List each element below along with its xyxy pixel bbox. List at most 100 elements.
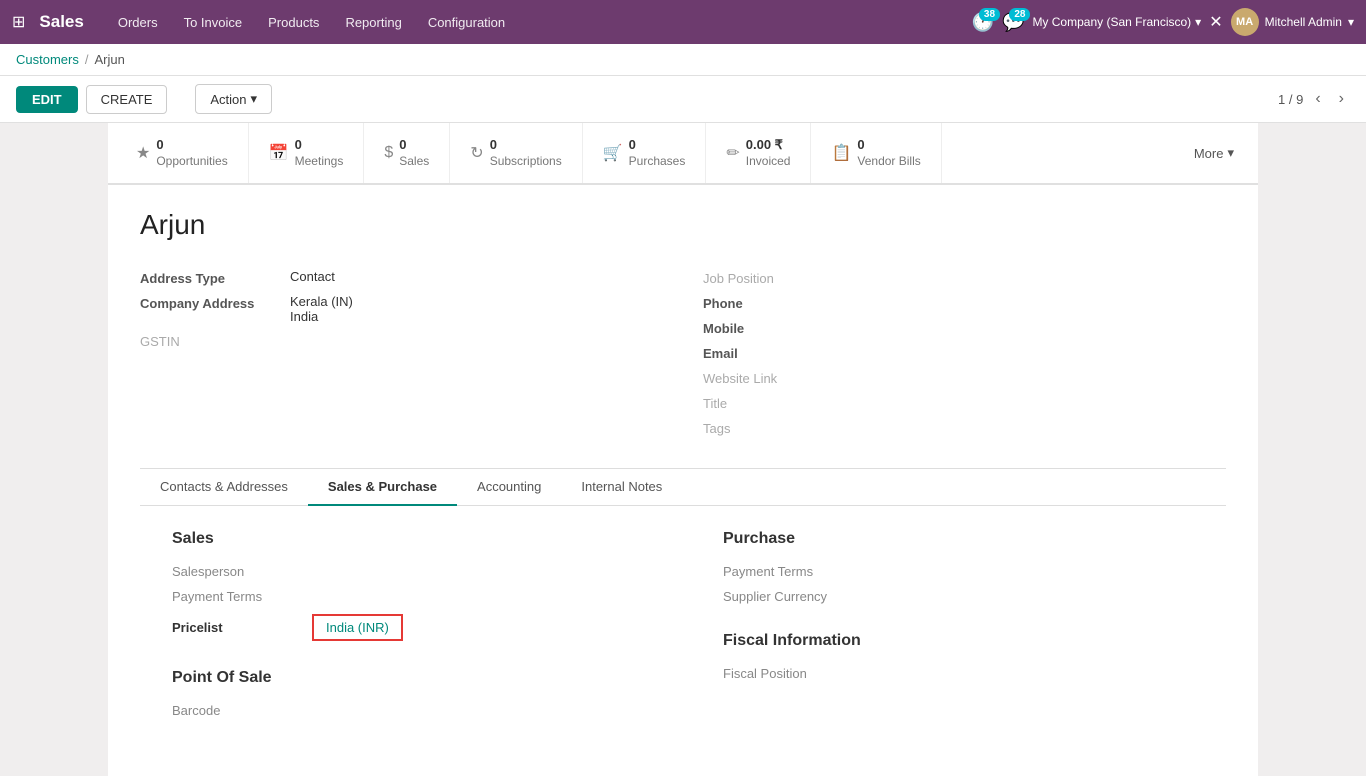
customer-name: Arjun (140, 209, 1226, 241)
sales-payment-terms-label: Payment Terms (172, 589, 312, 604)
pricelist-label: Pricelist (172, 620, 312, 635)
prev-page-button[interactable]: ‹ (1309, 88, 1326, 110)
pos-section-title: Point Of Sale (172, 669, 643, 687)
company-address-state: Kerala (IN) (290, 294, 353, 309)
point-of-sale-section: Point Of Sale Barcode (172, 669, 643, 718)
company-name: My Company (San Francisco) (1032, 15, 1191, 29)
close-button[interactable]: ✕ (1209, 12, 1222, 32)
company-address-row: Company Address Kerala (IN) India (140, 294, 663, 324)
fiscal-section-title: Fiscal Information (723, 632, 1194, 650)
app-title: Sales (39, 12, 83, 32)
grid-icon[interactable]: ⊞ (12, 12, 25, 32)
breadcrumb-separator: / (85, 52, 89, 67)
stat-sales[interactable]: $ 0 Sales (364, 123, 450, 183)
activity-badge: 38 (979, 8, 1000, 21)
website-row: Website Link (703, 369, 1226, 386)
phone-label: Phone (703, 294, 853, 311)
nav-products[interactable]: Products (256, 7, 331, 38)
sales-label: Sales (399, 154, 429, 170)
next-page-button[interactable]: › (1333, 88, 1350, 110)
refresh-icon: ↻ (470, 143, 483, 163)
pricelist-value[interactable]: India (INR) (312, 614, 403, 641)
toolbar: EDIT CREATE Action ▾ 1 / 9 ‹ › (0, 76, 1366, 123)
phone-row: Phone (703, 294, 1226, 311)
job-position-row: Job Position (703, 269, 1226, 286)
chevron-down-icon: ▾ (1195, 15, 1201, 29)
nav-to-invoice[interactable]: To Invoice (172, 7, 255, 38)
invoice-icon: ✏ (726, 143, 739, 163)
subscriptions-count: 0 (490, 137, 562, 154)
email-label: Email (703, 344, 853, 361)
tab-sales-purchase[interactable]: Sales & Purchase (308, 469, 457, 506)
gstin-row: GSTIN (140, 332, 663, 349)
supplier-currency-label: Supplier Currency (723, 589, 863, 604)
user-name: Mitchell Admin (1265, 15, 1342, 29)
action-label: Action (210, 92, 246, 107)
address-type-row: Address Type Contact (140, 269, 663, 286)
tab-internal-notes[interactable]: Internal Notes (561, 469, 682, 506)
tab-contacts[interactable]: Contacts & Addresses (140, 469, 308, 506)
invoiced-count: 0.00 ₹ (746, 137, 791, 154)
sales-section-title: Sales (172, 530, 643, 548)
avatar: MA (1231, 8, 1259, 36)
tags-label: Tags (703, 419, 853, 436)
nav-items: Orders To Invoice Products Reporting Con… (106, 7, 968, 38)
purchase-column: Purchase Payment Terms Supplier Currency… (723, 530, 1194, 728)
purchases-label: Purchases (629, 154, 686, 170)
form-left: Address Type Contact Company Address Ker… (140, 269, 663, 444)
salesperson-label: Salesperson (172, 564, 312, 579)
tags-row: Tags (703, 419, 1226, 436)
breadcrumb-current: Arjun (94, 52, 124, 67)
meetings-label: Meetings (295, 154, 344, 170)
messages-button[interactable]: 💬 28 (1002, 12, 1024, 33)
title-row: Title (703, 394, 1226, 411)
fiscal-info-section: Fiscal Information Fiscal Position (723, 632, 1194, 681)
user-menu[interactable]: MA Mitchell Admin ▾ (1231, 8, 1354, 36)
opportunities-label: Opportunities (156, 154, 227, 170)
stats-bar: ★ 0 Opportunities 📅 0 Meetings $ 0 Sales… (108, 123, 1258, 185)
sales-column: Sales Salesperson Payment Terms Pricelis… (172, 530, 643, 728)
stat-meetings[interactable]: 📅 0 Meetings (249, 123, 365, 183)
tab-content-sales-purchase: Sales Salesperson Payment Terms Pricelis… (140, 506, 1226, 752)
pricelist-row: Pricelist India (INR) (172, 614, 643, 641)
breadcrumb-parent[interactable]: Customers (16, 52, 79, 67)
stat-purchases[interactable]: 🛒 0 Purchases (583, 123, 707, 183)
messages-badge: 28 (1009, 8, 1030, 21)
fiscal-position-label: Fiscal Position (723, 666, 863, 681)
mobile-label: Mobile (703, 319, 853, 336)
company-address-label: Company Address (140, 294, 290, 311)
purchase-payment-terms-row: Payment Terms (723, 564, 1194, 579)
purchases-count: 0 (629, 137, 686, 154)
sales-payment-terms-row: Payment Terms (172, 589, 643, 604)
tab-accounting[interactable]: Accounting (457, 469, 561, 506)
company-address-country: India (290, 309, 353, 324)
stat-invoiced[interactable]: ✏ 0.00 ₹ Invoiced (706, 123, 811, 183)
breadcrumb: Customers / Arjun (0, 44, 1366, 76)
stat-opportunities[interactable]: ★ 0 Opportunities (116, 123, 249, 183)
pagination: 1 / 9 ‹ › (1278, 88, 1350, 110)
stat-subscriptions[interactable]: ↻ 0 Subscriptions (450, 123, 582, 183)
create-button[interactable]: CREATE (86, 85, 168, 114)
title-label: Title (703, 394, 853, 411)
nav-reporting[interactable]: Reporting (333, 7, 413, 38)
purchase-section-title: Purchase (723, 530, 1194, 548)
stat-vendor-bills[interactable]: 📋 0 Vendor Bills (811, 123, 941, 183)
supplier-currency-row: Supplier Currency (723, 589, 1194, 604)
form-grid: Address Type Contact Company Address Ker… (140, 269, 1226, 444)
more-chevron-icon: ▾ (1227, 145, 1234, 161)
meetings-count: 0 (295, 137, 344, 154)
tab-columns: Sales Salesperson Payment Terms Pricelis… (172, 530, 1194, 728)
nav-configuration[interactable]: Configuration (416, 7, 517, 38)
invoiced-label: Invoiced (746, 154, 791, 170)
company-selector[interactable]: My Company (San Francisco) ▾ (1032, 15, 1201, 29)
nav-orders[interactable]: Orders (106, 7, 170, 38)
edit-button[interactable]: EDIT (16, 86, 78, 113)
email-row: Email (703, 344, 1226, 361)
action-button[interactable]: Action ▾ (195, 84, 272, 114)
barcode-row: Barcode (172, 703, 643, 718)
activity-button[interactable]: 🕐 38 (972, 12, 994, 33)
more-button[interactable]: More ▾ (1178, 123, 1250, 183)
gstin-label: GSTIN (140, 332, 290, 349)
star-icon: ★ (136, 143, 150, 163)
vendor-icon: 📋 (831, 143, 851, 163)
